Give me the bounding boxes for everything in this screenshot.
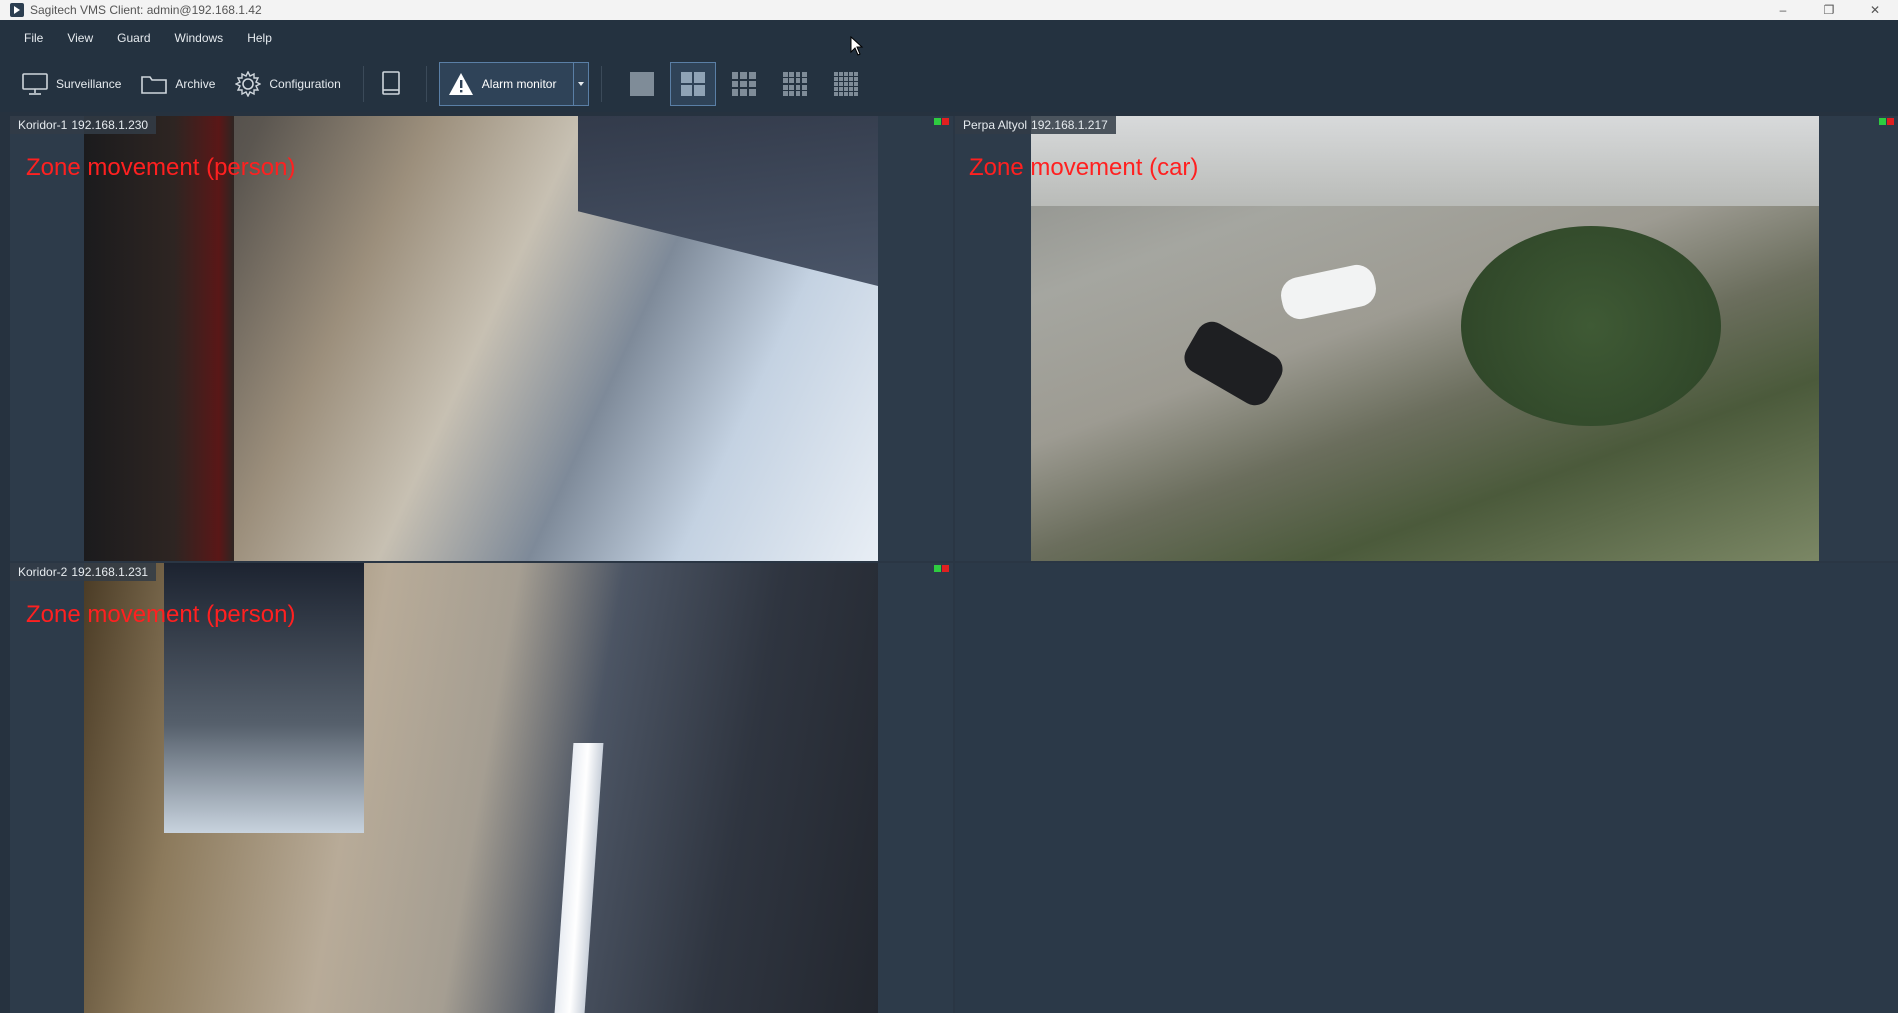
alarm-monitor-label: Alarm monitor: [481, 77, 557, 91]
feed-tree-shape: [1461, 226, 1721, 426]
menu-guard[interactable]: Guard: [105, 20, 162, 56]
feed-car-shape: [1178, 315, 1289, 412]
mouse-cursor-icon: [850, 36, 864, 56]
folder-icon: [141, 76, 168, 94]
camera-label: Koridor-2 192.168.1.231: [10, 563, 157, 581]
menu-help[interactable]: Help: [235, 20, 284, 56]
detection-overlay-text: Zone movement (person): [26, 154, 296, 181]
monitor-icon: [22, 73, 48, 95]
camera-name: Koridor-2: [18, 565, 68, 579]
app-logo-icon: [10, 3, 24, 17]
camera-tile-koridor-2[interactable]: Koridor-2 192.168.1.231 Zone movement (p…: [10, 563, 953, 1013]
camera-feed-image: [84, 116, 878, 561]
detection-overlay-text: Zone movement (car): [969, 154, 1199, 181]
layout-3x3-button[interactable]: [721, 62, 767, 106]
toolbar-divider: [425, 66, 427, 102]
video-grid: Koridor-1 192.168.1.230 Zone movement (p…: [10, 116, 1898, 1013]
close-button[interactable]: ✕: [1852, 0, 1898, 20]
status-indicator: [934, 565, 949, 572]
surveillance-button[interactable]: Surveillance: [12, 62, 131, 106]
status-indicator: [1879, 118, 1894, 125]
feed-light-strip-shape: [554, 743, 604, 1013]
restore-button[interactable]: ❐: [1806, 0, 1852, 20]
camera-tile-koridor-1[interactable]: Koridor-1 192.168.1.230 Zone movement (p…: [10, 116, 953, 561]
menu-view[interactable]: View: [55, 20, 105, 56]
book-button[interactable]: [376, 62, 414, 106]
camera-ip: 192.168.1.230: [71, 118, 149, 132]
layout-5x5-button[interactable]: [823, 62, 869, 106]
feed-wall-shape: [84, 116, 234, 561]
camera-tile-empty[interactable]: [955, 563, 1898, 1013]
camera-feed-image: [84, 563, 878, 1013]
chevron-down-icon[interactable]: [577, 82, 584, 86]
single-layout-icon: [629, 72, 654, 96]
dropdown-divider: [572, 63, 574, 105]
archive-label: Archive: [175, 77, 216, 91]
toolbar-divider: [600, 66, 602, 102]
window-title: Sagitech VMS Client: admin@192.168.1.42: [30, 3, 262, 17]
toolbar-divider: [362, 66, 364, 102]
layout-4x4-button[interactable]: [772, 62, 818, 106]
toolbar: Surveillance Archive Configuration Alarm…: [0, 56, 1898, 112]
archive-button[interactable]: Archive: [131, 62, 225, 106]
layout-1x1-button[interactable]: [619, 62, 665, 106]
layout-2x2-button[interactable]: [669, 62, 716, 106]
warning-icon: [448, 73, 473, 95]
configuration-label: Configuration: [269, 77, 341, 91]
feed-storefront-shape: [578, 116, 878, 286]
camera-feed-image: [1031, 116, 1819, 561]
camera-ip: 192.168.1.231: [71, 565, 149, 579]
camera-name: Perpa Altyol: [963, 118, 1028, 132]
camera-label: Perpa Altyol 192.168.1.217: [955, 116, 1116, 134]
book-icon: [381, 71, 400, 95]
camera-tile-perpa-altyol[interactable]: Perpa Altyol 192.168.1.217 Zone movement…: [955, 116, 1898, 561]
status-indicator: [934, 118, 949, 125]
menu-bar: File View Guard Windows Help: [0, 20, 1898, 56]
twentyfive-layout-icon: [833, 72, 858, 96]
menu-file[interactable]: File: [0, 20, 55, 56]
menu-windows[interactable]: Windows: [163, 20, 236, 56]
detection-overlay-text: Zone movement (person): [26, 601, 296, 628]
sixteen-layout-icon: [782, 72, 807, 96]
nine-layout-icon: [731, 72, 756, 96]
camera-label: Koridor-1 192.168.1.230: [10, 116, 157, 134]
feed-car-shape: [1277, 261, 1380, 323]
configuration-button[interactable]: Configuration: [225, 62, 350, 106]
minimize-button[interactable]: –: [1760, 0, 1806, 20]
title-bar: Sagitech VMS Client: admin@192.168.1.42 …: [0, 0, 1898, 20]
camera-name: Koridor-1: [18, 118, 68, 132]
quad-layout-icon: [680, 72, 705, 96]
surveillance-label: Surveillance: [56, 77, 122, 91]
alarm-monitor-button[interactable]: Alarm monitor: [438, 62, 589, 106]
camera-ip: 192.168.1.217: [1031, 118, 1108, 132]
gear-icon: [235, 71, 262, 97]
